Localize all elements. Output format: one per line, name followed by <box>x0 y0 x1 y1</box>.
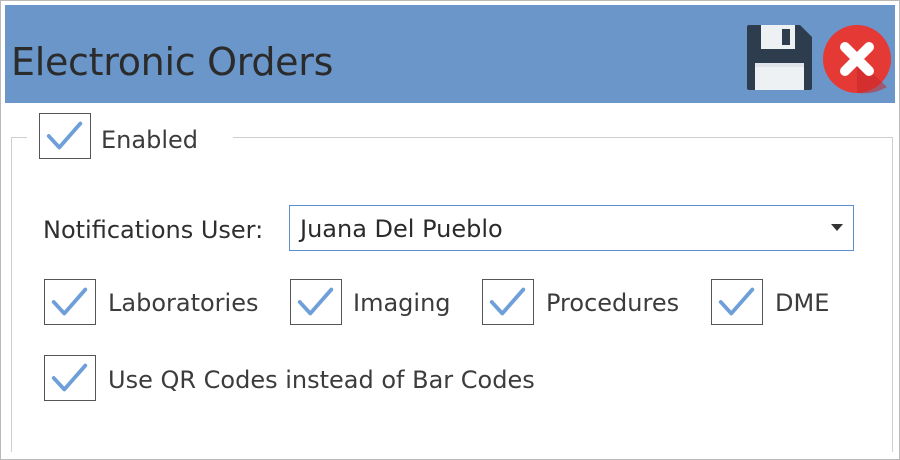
enabled-legend: Enabled <box>27 111 233 163</box>
enabled-label[interactable]: Enabled <box>101 125 198 155</box>
save-button[interactable] <box>745 23 814 92</box>
dme-checkbox[interactable] <box>711 279 763 325</box>
laboratories-label[interactable]: Laboratories <box>108 288 258 318</box>
checkmark-icon <box>51 287 88 316</box>
close-icon <box>823 25 891 94</box>
procedures-label[interactable]: Procedures <box>546 288 679 318</box>
imaging-label[interactable]: Imaging <box>353 288 451 318</box>
dme-label[interactable]: DME <box>775 288 829 318</box>
notifications-user-dropdown[interactable]: Juana Del Pueblo <box>289 205 854 251</box>
checkmark-icon <box>297 287 334 316</box>
close-button[interactable] <box>821 23 893 95</box>
window-title: Electronic Orders <box>11 40 334 84</box>
enabled-checkbox[interactable] <box>39 113 91 159</box>
checkmark-icon <box>51 363 88 392</box>
qr-codes-label[interactable]: Use QR Codes instead of Bar Codes <box>108 365 535 395</box>
imaging-checkbox[interactable] <box>290 279 342 325</box>
notifications-user-label: Notifications User: <box>43 216 264 244</box>
checkmark-icon <box>718 287 755 316</box>
checkmark-icon <box>46 121 83 150</box>
notifications-user-value: Juana Del Pueblo <box>300 215 503 243</box>
floppy-disk-icon <box>747 25 812 90</box>
laboratories-checkbox[interactable] <box>44 279 96 325</box>
procedures-checkbox[interactable] <box>482 279 534 325</box>
qr-codes-checkbox[interactable] <box>44 355 96 401</box>
dropdown-arrow-icon <box>831 224 843 231</box>
electronic-orders-window: Electronic Orders Enabled Notifications … <box>0 0 900 460</box>
title-bar: Electronic Orders <box>5 5 895 103</box>
checkmark-icon <box>489 287 526 316</box>
